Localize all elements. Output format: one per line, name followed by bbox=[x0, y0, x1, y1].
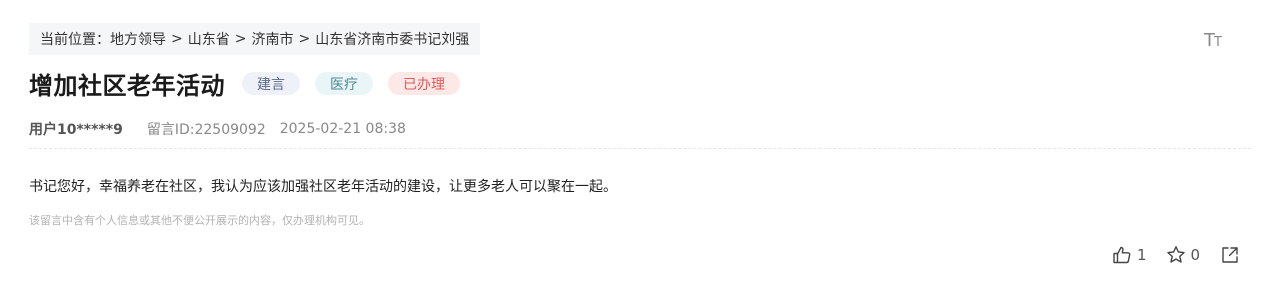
message-actions: 1 0 bbox=[1112, 245, 1240, 265]
breadcrumb-separator: > bbox=[171, 31, 183, 47]
message-title: 增加社区老年活动 bbox=[29, 72, 225, 100]
breadcrumb-separator: > bbox=[298, 31, 311, 47]
divider bbox=[29, 148, 1251, 149]
message-body: 书记您好，幸福养老在社区，我认为应该加强社区老年活动的建设，让更多老人可以聚在一… bbox=[29, 179, 617, 195]
tag-status: 已办理 bbox=[388, 72, 460, 95]
star-icon bbox=[1166, 246, 1185, 263]
privacy-notice: 该留言中含有个人信息或其他不便公开展示的内容，仅办理机构可见。 bbox=[29, 214, 370, 227]
breadcrumb-separator: > bbox=[234, 31, 247, 47]
breadcrumb-item-city[interactable]: 济南市 bbox=[251, 29, 293, 49]
author-name: 用户10*****9 bbox=[29, 122, 123, 138]
title-row: 增加社区老年活动 建言 医疗 已办理 bbox=[29, 66, 460, 101]
breadcrumb-item-province[interactable]: 山东省 bbox=[188, 29, 230, 49]
breadcrumb-item-local-leaders[interactable]: 地方领导 bbox=[110, 29, 166, 49]
breadcrumb: 当前位置： 地方领导 > 山东省 > 济南市 > 山东省济南市委书记刘强 bbox=[29, 23, 481, 55]
tag-category: 建言 bbox=[242, 72, 300, 95]
message-id: 留言ID:22509092 bbox=[146, 122, 266, 138]
message-meta: 用户10*****9 留言ID:22509092 2025-02-21 08:3… bbox=[29, 119, 406, 139]
favorite-button[interactable]: 0 bbox=[1166, 245, 1201, 265]
share-button[interactable] bbox=[1220, 245, 1240, 265]
breadcrumb-prefix: 当前位置： bbox=[40, 32, 110, 48]
share-icon bbox=[1222, 247, 1238, 263]
tag-field: 医疗 bbox=[315, 72, 373, 95]
message-datetime: 2025-02-21 08:38 bbox=[279, 121, 406, 137]
thumbs-up-icon bbox=[1113, 246, 1131, 264]
favorite-count: 0 bbox=[1190, 246, 1201, 264]
breadcrumb-item-leader: 山东省济南市委书记刘强 bbox=[315, 32, 470, 48]
font-size-icon-small-t: T bbox=[1214, 35, 1222, 50]
message-detail-page: 当前位置： 地方领导 > 山东省 > 济南市 > 山东省济南市委书记刘强 T T… bbox=[0, 0, 1269, 301]
like-count: 1 bbox=[1137, 246, 1147, 264]
font-size-icon[interactable]: T T bbox=[1200, 28, 1226, 50]
like-button[interactable]: 1 bbox=[1112, 245, 1147, 265]
